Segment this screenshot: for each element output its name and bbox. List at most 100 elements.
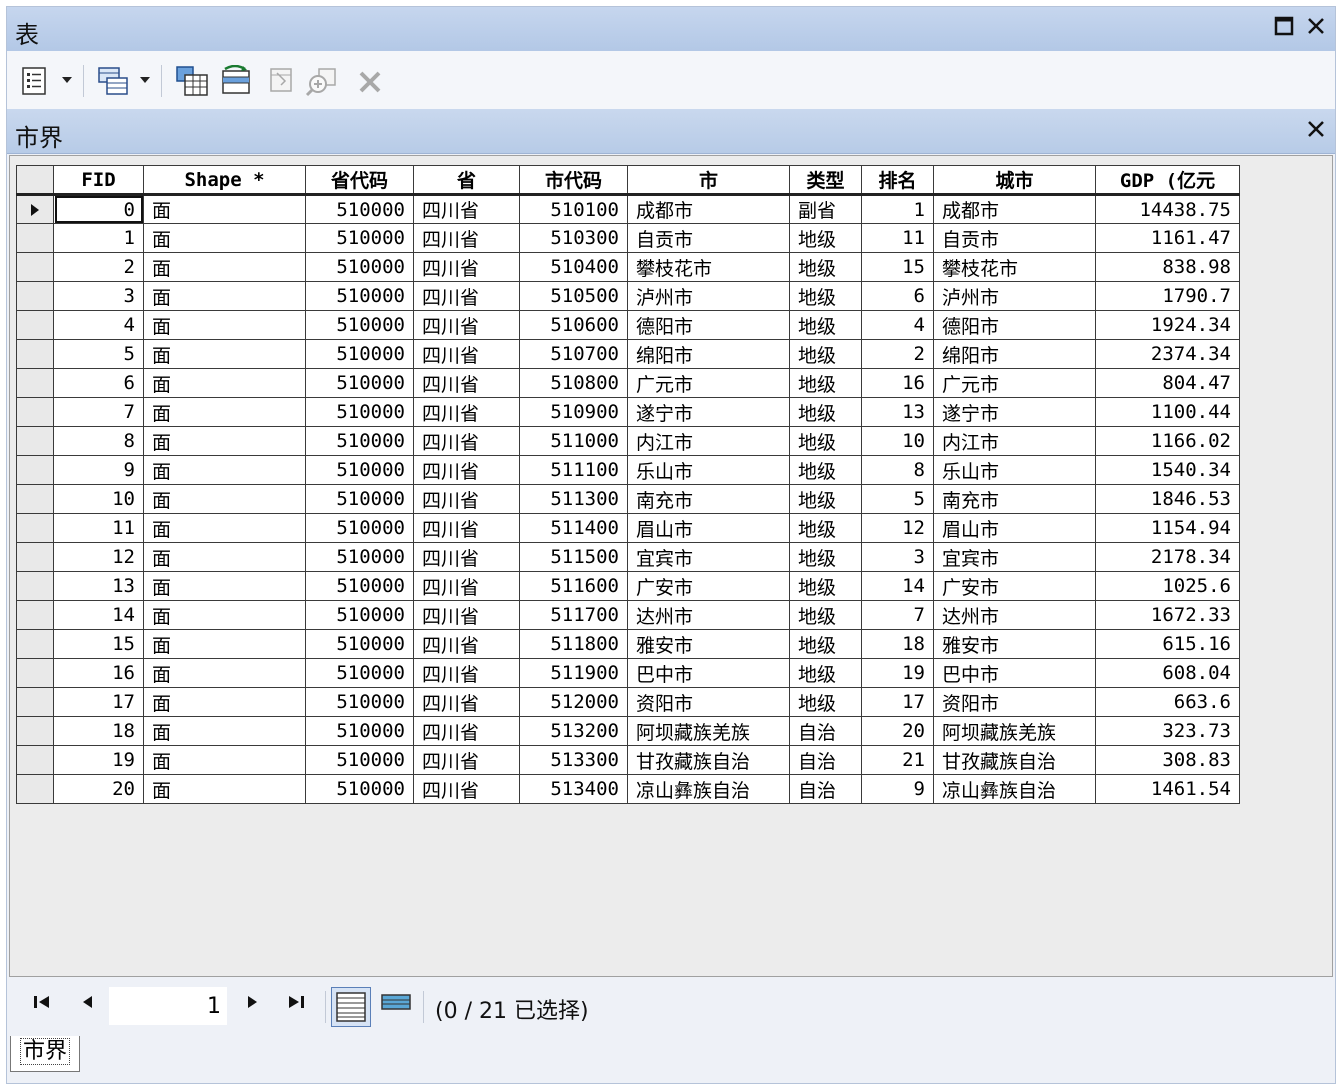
cell-fid[interactable]: 9: [53, 455, 144, 485]
cell-shape[interactable]: 面: [143, 252, 306, 282]
cell-shape[interactable]: 面: [143, 310, 306, 340]
cell-fid[interactable]: 13: [53, 571, 144, 601]
cell-type[interactable]: 地级: [789, 513, 862, 543]
cell-city-name[interactable]: 巴中市: [933, 658, 1096, 688]
cell-type[interactable]: 地级: [789, 310, 862, 340]
cell-fid[interactable]: 20: [53, 774, 144, 804]
close-table-icon[interactable]: [1303, 118, 1329, 144]
cell-type[interactable]: 地级: [789, 455, 862, 485]
row-selector[interactable]: [16, 223, 54, 253]
row-selector[interactable]: [16, 716, 54, 746]
cell-province-code[interactable]: 510000: [305, 252, 414, 282]
cell-province[interactable]: 四川省: [413, 629, 520, 659]
cell-gdp[interactable]: 323.73: [1095, 716, 1240, 746]
cell-province-code[interactable]: 510000: [305, 426, 414, 456]
cell-shape[interactable]: 面: [143, 658, 306, 688]
cell-province[interactable]: 四川省: [413, 571, 520, 601]
zoom-to-selected-icon[interactable]: [305, 65, 339, 97]
column-header-fid[interactable]: FID: [53, 165, 144, 196]
cell-city[interactable]: 南充市: [627, 484, 790, 514]
cell-gdp[interactable]: 1100.44: [1095, 397, 1240, 427]
cell-city-name[interactable]: 乐山市: [933, 455, 1096, 485]
cell-province-code[interactable]: 510000: [305, 223, 414, 253]
cell-rank[interactable]: 15: [861, 252, 934, 282]
cell-province[interactable]: 四川省: [413, 774, 520, 804]
cell-gdp[interactable]: 308.83: [1095, 745, 1240, 775]
cell-city-code[interactable]: 510300: [519, 223, 628, 253]
cell-city[interactable]: 雅安市: [627, 629, 790, 659]
cell-city-name[interactable]: 攀枝花市: [933, 252, 1096, 282]
cell-city-name[interactable]: 泸州市: [933, 281, 1096, 311]
table-row[interactable]: 10 面 510000 四川省 511300 南充市 地级 5 南充市 1846.53: [16, 484, 1240, 514]
table-row[interactable]: 0 面 510000 四川省 510100 成都市 副省 1 成都市 14438.75: [16, 194, 1240, 224]
cell-city-code[interactable]: 511500: [519, 542, 628, 572]
cell-gdp[interactable]: 14438.75: [1095, 194, 1240, 224]
cell-city-code[interactable]: 510600: [519, 310, 628, 340]
cell-type[interactable]: 自治: [789, 774, 862, 804]
cell-city-name[interactable]: 内江市: [933, 426, 1096, 456]
cell-city-name[interactable]: 凉山彝族自治: [933, 774, 1096, 804]
row-selector[interactable]: [16, 281, 54, 311]
cell-province-code[interactable]: 510000: [305, 484, 414, 514]
cell-gdp[interactable]: 1672.33: [1095, 600, 1240, 630]
table-row[interactable]: 18 面 510000 四川省 513200 阿坝藏族羌族 自治 20 阿坝藏族羌族 323.73: [16, 716, 1240, 746]
cell-gdp[interactable]: 2374.34: [1095, 339, 1240, 369]
cell-rank[interactable]: 16: [861, 368, 934, 398]
column-header-rank[interactable]: 排名: [861, 165, 934, 196]
cell-province-code[interactable]: 510000: [305, 339, 414, 369]
cell-rank[interactable]: 21: [861, 745, 934, 775]
cell-city-code[interactable]: 511000: [519, 426, 628, 456]
table-row[interactable]: 13 面 510000 四川省 511600 广安市 地级 14 广安市 1025.6: [16, 571, 1240, 601]
cell-province[interactable]: 四川省: [413, 426, 520, 456]
cell-city-name[interactable]: 广安市: [933, 571, 1096, 601]
cell-city-code[interactable]: 511600: [519, 571, 628, 601]
table-row[interactable]: 15 面 510000 四川省 511800 雅安市 地级 18 雅安市 615.16: [16, 629, 1240, 659]
table-row[interactable]: 16 面 510000 四川省 511900 巴中市 地级 19 巴中市 608.04: [16, 658, 1240, 688]
cell-gdp[interactable]: 1540.34: [1095, 455, 1240, 485]
select-by-attributes-icon[interactable]: [175, 65, 209, 97]
corner-cell[interactable]: [16, 165, 54, 196]
cell-city[interactable]: 遂宁市: [627, 397, 790, 427]
cell-province-code[interactable]: 510000: [305, 716, 414, 746]
table-row[interactable]: 12 面 510000 四川省 511500 宜宾市 地级 3 宜宾市 2178.34: [16, 542, 1240, 572]
cell-gdp[interactable]: 1154.94: [1095, 513, 1240, 543]
row-selector[interactable]: [16, 774, 54, 804]
cell-type[interactable]: 地级: [789, 629, 862, 659]
cell-type[interactable]: 地级: [789, 426, 862, 456]
cell-province-code[interactable]: 510000: [305, 368, 414, 398]
cell-city[interactable]: 凉山彝族自治: [627, 774, 790, 804]
cell-province[interactable]: 四川省: [413, 397, 520, 427]
table-row[interactable]: 8 面 510000 四川省 511000 内江市 地级 10 内江市 1166.02: [16, 426, 1240, 456]
cell-city-name[interactable]: 资阳市: [933, 687, 1096, 717]
cell-city-name[interactable]: 南充市: [933, 484, 1096, 514]
table-row[interactable]: 11 面 510000 四川省 511400 眉山市 地级 12 眉山市 1154.94: [16, 513, 1240, 543]
cell-rank[interactable]: 11: [861, 223, 934, 253]
row-selector[interactable]: [16, 310, 54, 340]
cell-shape[interactable]: 面: [143, 513, 306, 543]
cell-fid[interactable]: 0: [53, 194, 144, 224]
cell-shape[interactable]: 面: [143, 426, 306, 456]
cell-gdp[interactable]: 1924.34: [1095, 310, 1240, 340]
cell-city[interactable]: 绵阳市: [627, 339, 790, 369]
cell-city-name[interactable]: 宜宾市: [933, 542, 1096, 572]
cell-type[interactable]: 地级: [789, 397, 862, 427]
cell-gdp[interactable]: 615.16: [1095, 629, 1240, 659]
cell-fid[interactable]: 5: [53, 339, 144, 369]
table-row[interactable]: 3 面 510000 四川省 510500 泸州市 地级 6 泸州市 1790.7: [16, 281, 1240, 311]
cell-type[interactable]: 地级: [789, 542, 862, 572]
cell-city-code[interactable]: 510700: [519, 339, 628, 369]
cell-province-code[interactable]: 510000: [305, 629, 414, 659]
cell-province-code[interactable]: 510000: [305, 600, 414, 630]
cell-fid[interactable]: 8: [53, 426, 144, 456]
cell-type[interactable]: 地级: [789, 658, 862, 688]
cell-rank[interactable]: 3: [861, 542, 934, 572]
cell-city[interactable]: 眉山市: [627, 513, 790, 543]
row-selector[interactable]: [16, 368, 54, 398]
cell-province-code[interactable]: 510000: [305, 513, 414, 543]
cell-fid[interactable]: 11: [53, 513, 144, 543]
cell-rank[interactable]: 20: [861, 716, 934, 746]
row-selector[interactable]: [16, 397, 54, 427]
close-icon[interactable]: [1303, 15, 1329, 41]
cell-fid[interactable]: 19: [53, 745, 144, 775]
cell-type[interactable]: 自治: [789, 745, 862, 775]
